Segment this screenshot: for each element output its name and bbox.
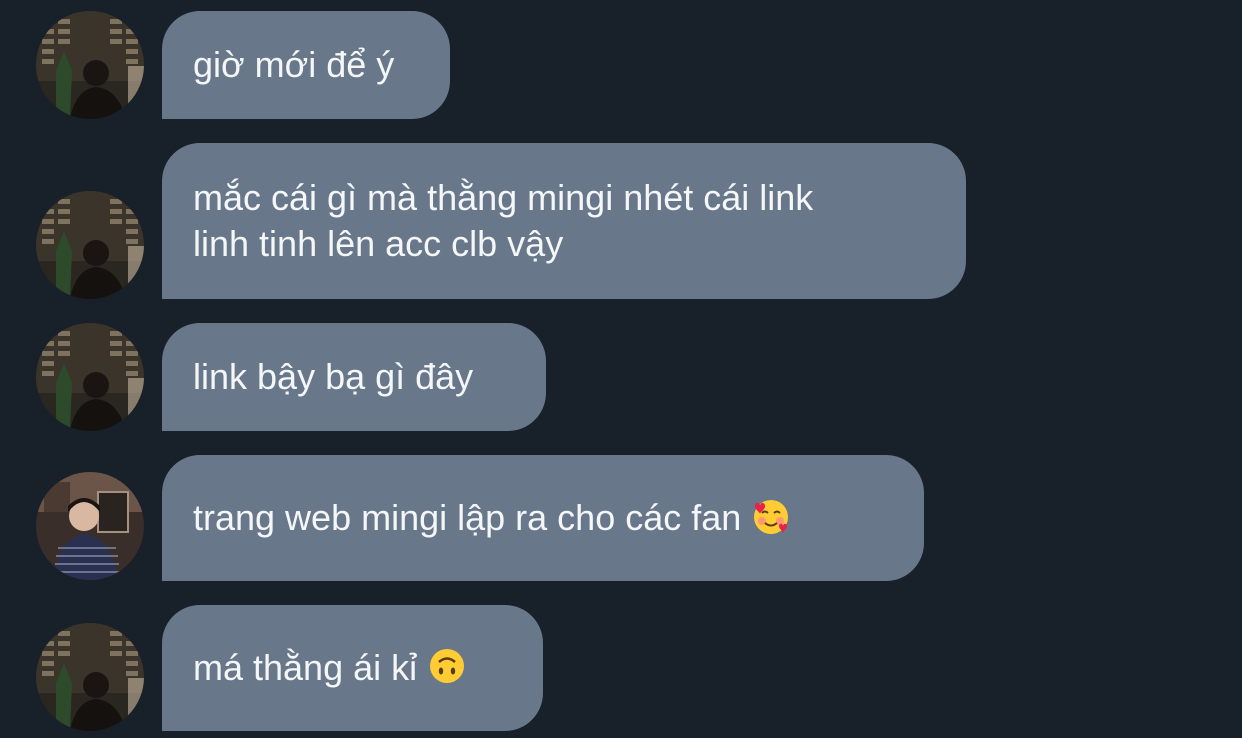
message-bubble[interactable]: trang web mingi lập ra cho các fan	[162, 455, 924, 581]
message-text: giờ mới để ý	[193, 44, 395, 85]
avatar-night-building-image	[36, 623, 144, 731]
message-bubble[interactable]: giờ mới để ý	[162, 11, 450, 119]
avatar[interactable]	[36, 472, 144, 580]
smiling-face-with-hearts-icon	[751, 496, 791, 536]
message-bubble[interactable]: link bậy bạ gì đây	[162, 323, 546, 431]
avatar[interactable]	[36, 323, 144, 431]
message-text: trang web mingi lập ra cho các fan	[193, 497, 742, 538]
message-text-line: linh tinh lên acc clb vậy	[193, 223, 564, 264]
message-bubble[interactable]: má thằng ái kỉ	[162, 605, 543, 731]
avatar[interactable]	[36, 191, 144, 299]
upside-down-face-icon	[427, 646, 467, 686]
avatar-striped-sweater-image	[36, 472, 144, 580]
message-row: giờ mới để ý	[0, 10, 1242, 120]
avatar[interactable]	[36, 623, 144, 731]
message-row: link bậy bạ gì đây	[0, 323, 1242, 431]
avatar-night-building-image	[36, 191, 144, 299]
avatar-night-building-image	[36, 323, 144, 431]
message-text: má thằng ái kỉ	[193, 647, 418, 688]
message-row: má thằng ái kỉ	[0, 605, 1242, 731]
message-row: trang web mingi lập ra cho các fan	[0, 455, 1242, 581]
avatar[interactable]	[36, 11, 144, 119]
message-text: link bậy bạ gì đây	[193, 356, 474, 397]
avatar-night-building-image	[36, 11, 144, 119]
message-text-line: mắc cái gì mà thằng mingi nhét cái link	[193, 177, 814, 218]
message-row: mắc cái gì mà thằng mingi nhét cái link …	[0, 143, 1242, 299]
message-bubble[interactable]: mắc cái gì mà thằng mingi nhét cái link …	[162, 143, 966, 299]
